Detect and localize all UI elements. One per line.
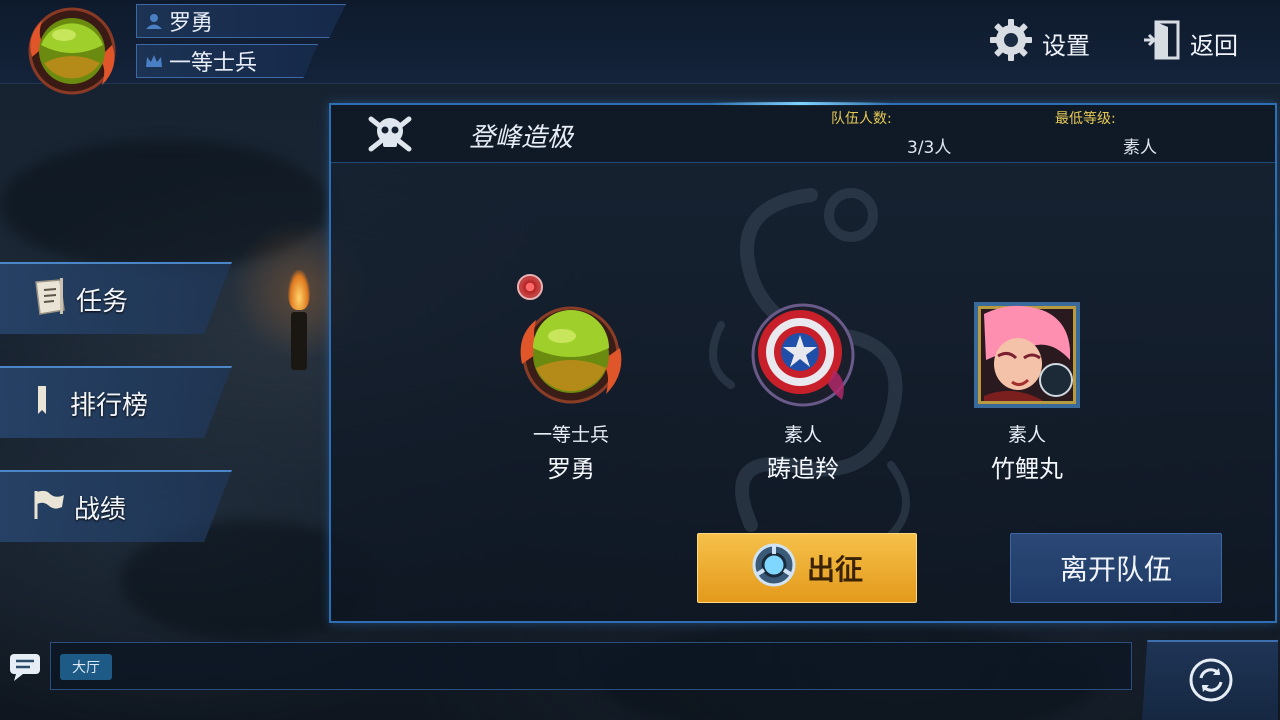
chat-bubble-icon[interactable] bbox=[8, 652, 44, 682]
team-member[interactable]: 一等士兵 罗勇 bbox=[481, 300, 661, 484]
start-match-label: 出征 bbox=[806, 553, 863, 586]
member-name: 竹鲤丸 bbox=[991, 455, 1063, 483]
ranking-bookmark-icon bbox=[32, 383, 62, 424]
team-panel-header: 登峰造极 队伍人数: 3/3人 最低等级: 素人 bbox=[331, 105, 1275, 163]
back-label: 返回 bbox=[1190, 31, 1238, 60]
crown-icon bbox=[145, 52, 163, 70]
kick-member-button[interactable] bbox=[517, 274, 543, 300]
shield-star-avatar bbox=[748, 300, 858, 410]
member-name: 罗勇 bbox=[547, 455, 595, 483]
mode-title: 登峰造极 bbox=[469, 123, 574, 153]
chat-input[interactable] bbox=[50, 642, 1132, 690]
team-count-label: 队伍人数: bbox=[831, 111, 892, 127]
refresh-icon bbox=[1188, 658, 1234, 707]
pink-hair-hero-avatar bbox=[972, 300, 1082, 410]
leave-team-label: 离开队伍 bbox=[1059, 553, 1172, 586]
flag-icon bbox=[32, 487, 66, 528]
chat-channel-tag[interactable]: 大厅 bbox=[60, 654, 112, 680]
menu-item-ranking[interactable]: 排行榜 bbox=[0, 366, 232, 438]
tech-emblem-icon bbox=[751, 542, 797, 595]
player-name: 罗勇 bbox=[169, 11, 214, 36]
green-orb-flame-avatar bbox=[516, 300, 626, 410]
gear-icon bbox=[988, 17, 1034, 69]
player-avatar[interactable] bbox=[22, 5, 122, 101]
team-member[interactable]: 素人 竹鲤丸 bbox=[937, 300, 1117, 484]
torch-icon bbox=[282, 270, 316, 370]
quest-scroll-icon bbox=[32, 276, 68, 323]
player-name-plate: 罗勇 bbox=[136, 4, 346, 38]
menu-item-label: 排行榜 bbox=[70, 390, 149, 421]
member-rank: 一等士兵 bbox=[532, 424, 609, 446]
settings-button[interactable]: 设置 bbox=[988, 17, 1090, 69]
player-rank-plate: 一等士兵 bbox=[136, 44, 318, 78]
top-bar: 罗勇 一等士兵 设置 返回 bbox=[0, 0, 1280, 95]
back-button[interactable]: 返回 bbox=[1142, 20, 1238, 66]
menu-item-label: 战绩 bbox=[74, 494, 127, 525]
leave-team-button[interactable]: 离开队伍 bbox=[1010, 533, 1222, 603]
member-rank: 素人 bbox=[1007, 424, 1046, 446]
player-rank: 一等士兵 bbox=[169, 51, 258, 76]
team-count-value: 3/3人 bbox=[907, 138, 952, 158]
skull-crossbones-icon bbox=[365, 111, 415, 157]
refresh-button[interactable] bbox=[1188, 657, 1234, 703]
member-name: 踌追羚 bbox=[767, 455, 839, 483]
exit-door-icon bbox=[1142, 19, 1182, 67]
user-icon bbox=[145, 12, 163, 30]
menu-item-records[interactable]: 战绩 bbox=[0, 470, 232, 542]
start-match-button[interactable]: 出征 bbox=[697, 533, 917, 603]
menu-item-tasks[interactable]: 任务 bbox=[0, 262, 232, 334]
team-member[interactable]: 素人 踌追羚 bbox=[713, 300, 893, 484]
team-panel: 登峰造极 队伍人数: 3/3人 最低等级: 素人 一等士兵 罗勇 素人 踌追羚 … bbox=[329, 102, 1277, 623]
member-rank: 素人 bbox=[783, 424, 822, 446]
menu-item-label: 任务 bbox=[76, 286, 129, 317]
min-level-value: 素人 bbox=[1123, 138, 1157, 158]
settings-label: 设置 bbox=[1042, 31, 1090, 60]
min-level-label: 最低等级: bbox=[1055, 111, 1116, 127]
